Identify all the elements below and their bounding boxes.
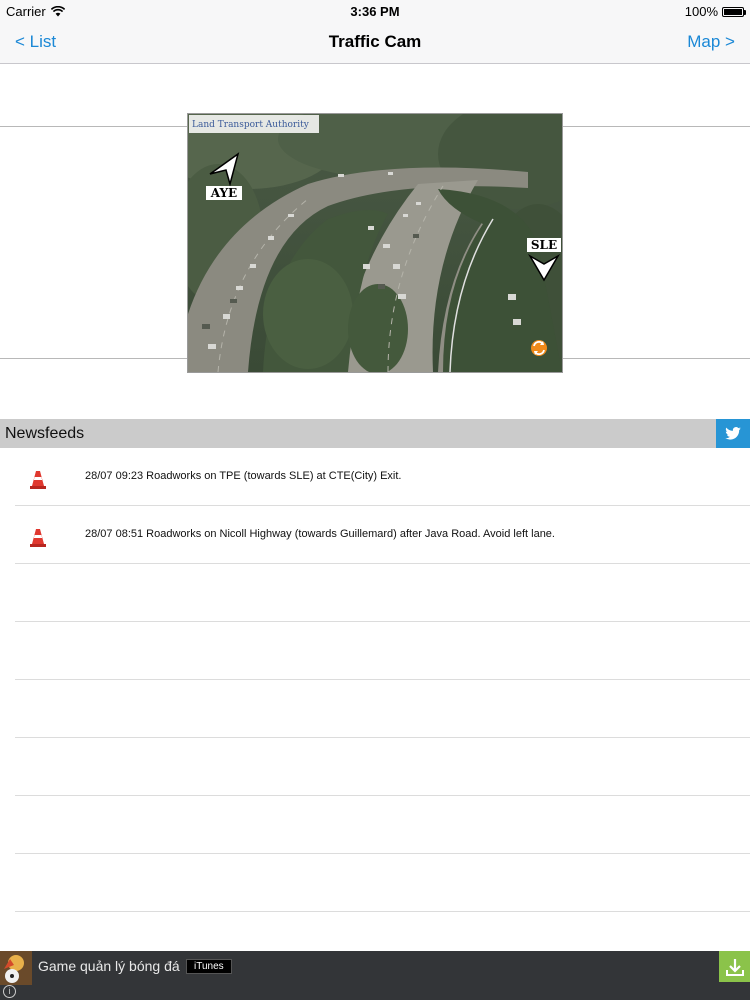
ad-text: Game quản lý bóng đá <box>38 958 180 974</box>
status-battery: 100% <box>684 4 746 19</box>
status-bar: Carrier 3:36 PM 100% <box>0 0 750 22</box>
news-item-empty <box>15 854 750 912</box>
sle-road-label: SLE <box>531 238 557 252</box>
news-item-empty <box>15 738 750 796</box>
traffic-camera-image[interactable]: Land Transport Authority AYE SLE <box>187 113 563 373</box>
page-title: Traffic Cam <box>328 32 422 51</box>
app-icon <box>0 951 32 985</box>
aye-road-label: AYE <box>210 186 237 200</box>
ad-info-icon[interactable]: i <box>3 985 16 998</box>
traffic-cam-screen: Carrier 3:36 PM 100% < List Traffic Cam … <box>0 0 750 1000</box>
navigation-bar: < List Traffic Cam Map > <box>0 22 750 64</box>
news-item-empty <box>15 622 750 680</box>
ad-banner[interactable]: i Game quản lý bóng đá iTunes <box>0 951 750 1000</box>
news-item-text: 28/07 09:23 Roadworks on TPE (towards SL… <box>85 470 402 482</box>
camera-scene: Land Transport Authority AYE SLE <box>188 114 562 372</box>
news-item-text: 28/07 08:51 Roadworks on Nicoll Highway … <box>85 528 555 540</box>
twitter-button[interactable] <box>716 419 750 448</box>
lta-watermark: Land Transport Authority <box>192 120 310 130</box>
newsfeeds-header: Newsfeeds <box>0 419 750 448</box>
battery-icon <box>722 6 746 17</box>
news-item-empty <box>15 796 750 854</box>
battery-level <box>724 8 742 15</box>
traffic-cone-icon <box>30 471 46 489</box>
news-item[interactable]: 28/07 09:23 Roadworks on TPE (towards SL… <box>15 448 750 506</box>
download-icon <box>725 958 744 976</box>
newsfeeds-list: 28/07 09:23 Roadworks on TPE (towards SL… <box>0 448 750 912</box>
news-item-empty <box>15 680 750 738</box>
download-button[interactable] <box>719 951 750 982</box>
itunes-badge: iTunes <box>186 959 232 974</box>
news-item[interactable]: 28/07 08:51 Roadworks on Nicoll Highway … <box>15 506 750 564</box>
map-button[interactable]: Map > <box>687 32 735 52</box>
battery-percent: 100% <box>684 4 718 19</box>
newsfeeds-title: Newsfeeds <box>5 425 85 442</box>
news-item-empty <box>15 564 750 622</box>
status-time: 3:36 PM <box>350 4 400 19</box>
twitter-icon <box>725 427 741 440</box>
traffic-cone-icon <box>30 529 46 547</box>
refresh-icon[interactable] <box>531 340 547 356</box>
